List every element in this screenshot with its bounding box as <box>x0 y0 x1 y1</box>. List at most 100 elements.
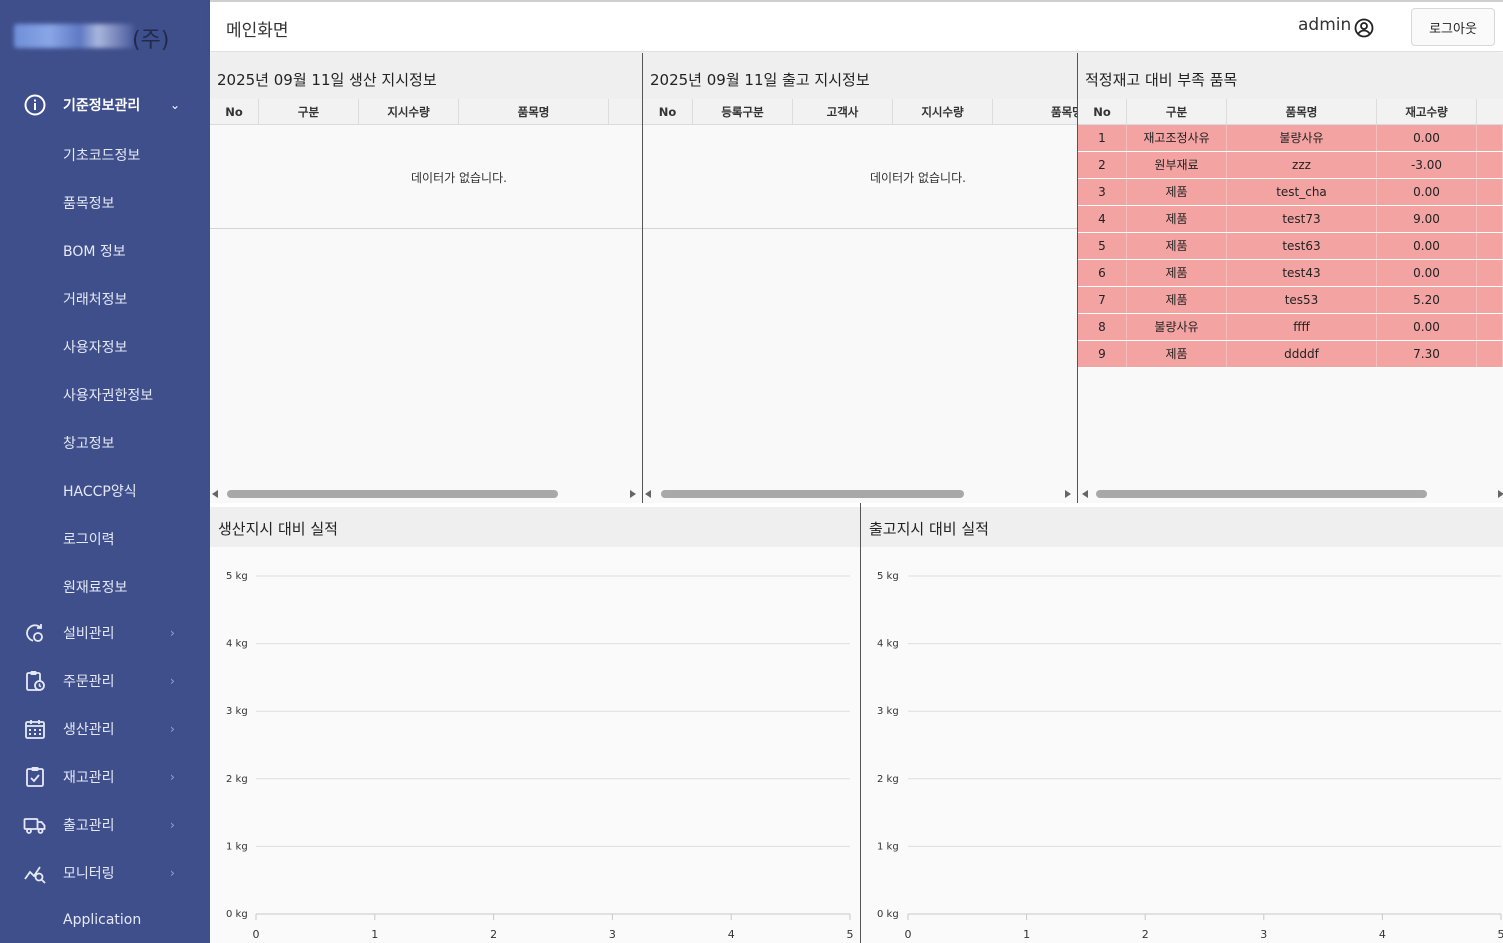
column-header[interactable]: No <box>1078 99 1127 125</box>
chevron-down-icon: ⌄ <box>170 98 181 112</box>
table-cell <box>1477 125 1503 151</box>
sidebar-item-monitoring[interactable]: 모니터링 › <box>0 849 210 897</box>
scroll-right-icon[interactable] <box>1065 490 1071 498</box>
table-row[interactable]: 5 제품 test63 0.00 <box>1078 233 1503 260</box>
panel-title: 2025년 09월 11일 출고 지시정보 <box>650 71 870 89</box>
x-tick-label: 2 <box>490 928 497 941</box>
chevron-right-icon: › <box>170 674 175 688</box>
sidebar-subitem-item-info[interactable]: 품목정보 <box>63 193 115 213</box>
sidebar-subitem-basic-code[interactable]: 기초코드정보 <box>63 145 140 165</box>
column-header[interactable]: No <box>210 99 259 125</box>
column-header[interactable]: 재고수량 <box>1377 99 1477 125</box>
table-row[interactable]: 1 재고조정사유 불량사유 0.00 <box>1078 125 1503 152</box>
sidebar-subitem-user-permissions[interactable]: 사용자권한정보 <box>63 385 153 405</box>
column-header[interactable]: 품목명 <box>459 99 609 125</box>
sidebar-item-label: 주문관리 <box>63 674 115 690</box>
scroll-left-icon[interactable] <box>645 490 651 498</box>
scroll-right-icon[interactable] <box>630 490 636 498</box>
empty-message-row: 데이터가 없습니다. <box>210 125 642 229</box>
scroll-right-icon[interactable] <box>1498 490 1503 498</box>
panel-title: 적정재고 대비 부족 품목 <box>1085 71 1238 89</box>
column-header[interactable]: 품목명 <box>1227 99 1377 125</box>
scroll-left-icon[interactable] <box>212 490 218 498</box>
column-header[interactable]: 품목명 <box>993 99 1077 125</box>
logout-button[interactable]: 로그아웃 <box>1411 8 1495 46</box>
table-cell: 0.00 <box>1377 125 1477 151</box>
empty-message: 데이터가 없습니다. <box>411 171 507 185</box>
sidebar-subitem-log-history[interactable]: 로그이력 <box>63 529 115 549</box>
table-row[interactable]: 9 제품 ddddf 7.30 <box>1078 341 1503 368</box>
scrollbar-thumb[interactable] <box>1096 490 1427 498</box>
sidebar-subitem-warehouse[interactable]: 창고정보 <box>63 433 115 453</box>
shipping-performance-chart-panel: 출고지시 대비 실적 0 kg 1 kg 2 kg 3 kg 4 kg 5 kg 0 1 2 3 4… <box>861 507 1503 943</box>
table-cell: 0.00 <box>1377 314 1477 340</box>
page-title: 메인화면 <box>226 21 289 41</box>
user-account-icon[interactable] <box>1354 18 1374 38</box>
sidebar-item-shipping[interactable]: 출고관리 › <box>0 801 210 849</box>
column-header[interactable]: 등록구분 <box>693 99 793 125</box>
sidebar-subitem-bom[interactable]: BOM 정보 <box>63 241 126 261</box>
scrollbar-thumb[interactable] <box>227 490 558 498</box>
table-cell: 1 <box>1078 125 1127 151</box>
x-tick-label: 4 <box>1379 928 1386 941</box>
sidebar-subitem-raw-materials[interactable]: 원재료정보 <box>63 577 127 597</box>
empty-message-row: 데이터가 없습니다. <box>643 125 1077 229</box>
y-tick-label: 5 kg <box>877 571 899 582</box>
table-cell: 제품 <box>1127 233 1227 259</box>
horizontal-scrollbar[interactable] <box>210 489 642 499</box>
column-header[interactable]: 고객사 <box>793 99 893 125</box>
horizontal-scrollbar[interactable] <box>643 489 1077 499</box>
horizontal-scrollbar[interactable] <box>1078 489 1503 499</box>
y-tick-label: 2 kg <box>226 774 248 785</box>
sidebar-subitem-haccp[interactable]: HACCP양식 <box>63 481 137 501</box>
x-tick-label: 5 <box>847 928 854 941</box>
gear-refresh-icon <box>26 624 43 642</box>
clipboard-clock-icon <box>26 671 45 691</box>
table-cell: 원부재료 <box>1127 152 1227 178</box>
table-cell: 불량사유 <box>1127 314 1227 340</box>
table-cell: -3.00 <box>1377 152 1477 178</box>
y-tick-label: 1 kg <box>226 841 248 852</box>
sidebar-item-equipment[interactable]: 설비관리 › <box>0 609 210 657</box>
table-row[interactable]: 2 원부재료 zzz -3.00 <box>1078 152 1503 179</box>
company-logo[interactable]: (주) <box>14 22 204 53</box>
scroll-left-icon[interactable] <box>1082 490 1088 498</box>
table-cell <box>1477 287 1503 313</box>
sidebar-subitem-clients[interactable]: 거래처정보 <box>63 289 127 309</box>
table-cell: 0.00 <box>1377 260 1477 286</box>
column-header[interactable]: 지시수량 <box>359 99 459 125</box>
table-cell: 4 <box>1078 206 1127 232</box>
x-tick-label: 1 <box>371 928 378 941</box>
table-cell <box>1477 314 1503 340</box>
table-cell: 0.00 <box>1377 179 1477 205</box>
table-row[interactable]: 8 불량사유 ffff 0.00 <box>1078 314 1503 341</box>
table-row[interactable]: 4 제품 test73 9.00 <box>1078 206 1503 233</box>
username: admin <box>1298 15 1352 35</box>
sidebar-item-master-data[interactable]: 기준정보관리 ⌄ <box>0 81 210 129</box>
sidebar-item-label: 설비관리 <box>63 626 115 642</box>
scrollbar-thumb[interactable] <box>661 490 964 498</box>
table-cell: 5.20 <box>1377 287 1477 313</box>
sidebar-subitem-users[interactable]: 사용자정보 <box>63 337 127 357</box>
sidebar-item-production[interactable]: 생산관리 › <box>0 705 210 753</box>
production-order-panel: 2025년 09월 11일 생산 지시정보 No 구분 지시수량 품목명 데이터… <box>210 53 642 503</box>
x-tick-label: 0 <box>253 928 260 941</box>
chevron-right-icon: › <box>170 770 175 784</box>
chart-search-icon <box>24 866 46 884</box>
table-row[interactable]: 6 제품 test43 0.00 <box>1078 260 1503 287</box>
table-row[interactable]: 3 제품 test_cha 0.00 <box>1078 179 1503 206</box>
y-tick-label: 1 kg <box>877 841 899 852</box>
column-header[interactable]: 구분 <box>1127 99 1227 125</box>
chart-title: 생산지시 대비 실적 <box>218 520 338 538</box>
table-row[interactable]: 7 제품 tes53 5.20 <box>1078 287 1503 314</box>
sidebar-item-orders[interactable]: 주문관리 › <box>0 657 210 705</box>
y-tick-label: 5 kg <box>226 571 248 582</box>
column-header[interactable]: 구분 <box>259 99 359 125</box>
column-header[interactable]: 지시수량 <box>893 99 993 125</box>
sidebar-footer-application[interactable]: Application <box>63 912 141 928</box>
column-header[interactable]: No <box>643 99 693 125</box>
table-cell: tes53 <box>1227 287 1377 313</box>
sidebar-item-inventory[interactable]: 재고관리 › <box>0 753 210 801</box>
chevron-right-icon: › <box>170 626 175 640</box>
table-cell: 제품 <box>1127 179 1227 205</box>
